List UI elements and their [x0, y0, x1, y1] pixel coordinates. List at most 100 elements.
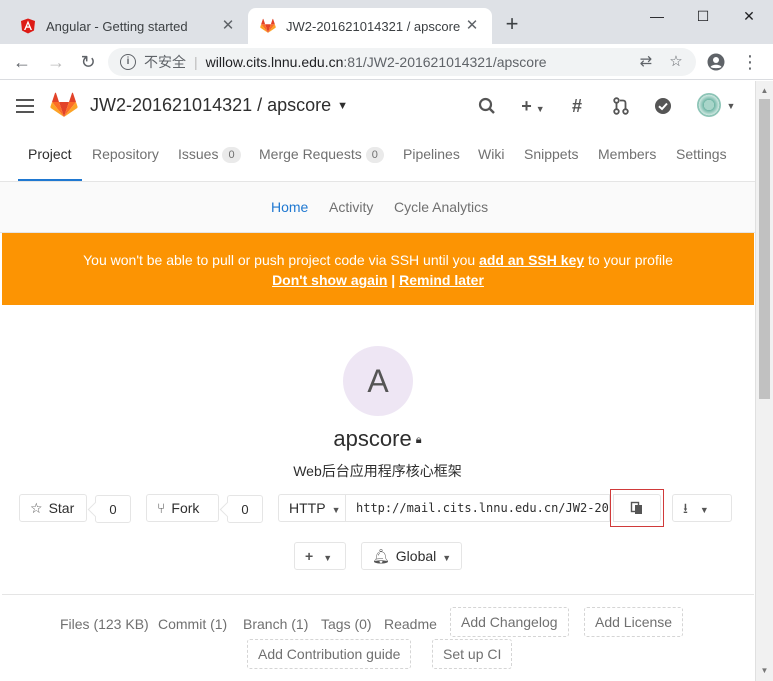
tab-project[interactable]: Project	[18, 131, 82, 181]
tab-title: Angular - Getting started	[46, 18, 188, 34]
commit-link[interactable]: Commit (1)	[158, 616, 227, 632]
caret-down-icon: ▼	[699, 505, 709, 515]
tab-label: Pipelines	[403, 146, 460, 162]
translate-icon[interactable]: ⇄	[636, 52, 656, 72]
page-scrollbar[interactable]: ▲ ▼	[755, 81, 773, 681]
tab-close-icon[interactable]: ✕	[464, 18, 480, 34]
tab-label: Members	[598, 146, 657, 162]
clipboard-icon	[630, 501, 642, 514]
add-contribution-guide-button[interactable]: Add Contribution guide	[247, 639, 412, 669]
clone-url-input[interactable]: http://mail.cits.lnnu.edu.cn/JW2-2016210…	[346, 494, 610, 522]
url-separator: |	[194, 54, 198, 70]
todo-check-icon[interactable]	[652, 94, 674, 118]
chevron-down-icon: ▼	[337, 99, 349, 112]
tags-link[interactable]: Tags (0)	[321, 616, 372, 632]
add-new-dropdown[interactable]: + ▼	[294, 542, 346, 570]
copy-url-button[interactable]	[613, 494, 661, 522]
merge-request-icon[interactable]	[610, 94, 632, 118]
tab-label: Snippets	[524, 146, 579, 162]
scroll-up-icon[interactable]: ▲	[756, 83, 773, 99]
account-icon[interactable]	[704, 50, 728, 74]
notification-level: Global	[395, 548, 437, 564]
subnav-home[interactable]: Home	[271, 182, 308, 232]
alert-text: to your profile	[584, 252, 673, 268]
star-button[interactable]: ☆ Star	[19, 494, 87, 522]
plus-icon: +	[305, 548, 314, 564]
forward-arrow-icon[interactable]: →	[44, 50, 68, 74]
fork-label: Fork	[171, 500, 200, 516]
tab-close-icon[interactable]: ✕	[220, 18, 236, 34]
scroll-thumb[interactable]	[759, 99, 770, 399]
tab-settings[interactable]: Settings	[676, 131, 727, 181]
merge-requests-count-badge: 0	[365, 147, 384, 163]
fork-button[interactable]: ⑂ Fork	[146, 494, 219, 522]
tab-wiki[interactable]: Wiki	[478, 131, 504, 181]
project-title-dropdown[interactable]: JW2-201621014321 / apscore ▼	[90, 95, 348, 116]
tab-merge-requests[interactable]: Merge Requests 0	[259, 131, 384, 181]
maximize-button[interactable]: ☐	[680, 4, 726, 28]
project-avatar: A	[343, 346, 413, 416]
info-icon[interactable]: i	[120, 54, 136, 70]
lock-icon: 🔒︎	[415, 434, 422, 446]
browser-tab-apscore[interactable]: JW2-201621014321 / apscore ✕	[248, 8, 492, 44]
subnav-activity[interactable]: Activity	[329, 182, 373, 232]
add-changelog-button[interactable]: Add Changelog	[450, 607, 569, 637]
hamburger-menu-icon[interactable]	[16, 99, 34, 113]
tab-issues[interactable]: Issues 0	[178, 131, 241, 181]
tab-members[interactable]: Members	[598, 131, 656, 181]
alert-actions: Don't show again | Remind later	[2, 270, 754, 290]
fork-icon: ⑂	[157, 500, 166, 516]
add-ssh-key-link[interactable]: add an SSH key	[479, 252, 584, 268]
browser-tab-bar: Angular - Getting started ✕ JW2-20162101…	[0, 0, 773, 44]
add-license-button[interactable]: Add License	[584, 607, 684, 637]
star-label: Star	[48, 500, 75, 516]
tab-repository[interactable]: Repository	[92, 131, 159, 181]
notification-dropdown[interactable]: 🔔︎ Global ▼	[361, 542, 462, 570]
star-count[interactable]: 0	[95, 495, 131, 523]
subnav-cycle-analytics[interactable]: Cycle Analytics	[394, 182, 488, 232]
project-title: JW2-201621014321 / apscore	[90, 95, 332, 115]
project-name-text: apscore	[333, 426, 412, 451]
remind-later-link[interactable]: Remind later	[399, 272, 484, 288]
bookmark-star-icon[interactable]: ☆	[666, 52, 686, 72]
project-name: apscore 🔒︎	[0, 426, 755, 452]
bell-icon: 🔔︎	[372, 548, 390, 564]
star-icon: ☆	[30, 500, 43, 516]
scroll-down-icon[interactable]: ▼	[756, 663, 773, 679]
readme-link[interactable]: Readme	[384, 616, 437, 632]
chevron-down-icon[interactable]: ▼	[724, 94, 738, 118]
tab-label: Project	[28, 146, 72, 162]
hash-icon[interactable]: #	[566, 94, 588, 118]
browser-toolbar: ← → ↻ i 不安全 | willow.cits.lnnu.edu.cn :8…	[0, 44, 773, 80]
caret-down-icon: ▼	[331, 505, 341, 515]
tab-snippets[interactable]: Snippets	[524, 131, 578, 181]
plus-dropdown-icon[interactable]: + ▼	[514, 94, 552, 118]
user-avatar[interactable]	[697, 93, 721, 117]
reload-icon[interactable]: ↻	[76, 50, 100, 74]
minimize-button[interactable]: —	[634, 4, 680, 28]
browser-tab-angular[interactable]: Angular - Getting started ✕	[8, 8, 248, 44]
fork-count[interactable]: 0	[227, 495, 263, 523]
clone-protocol-dropdown[interactable]: HTTP ▼	[278, 494, 346, 522]
download-dropdown[interactable]: ⭳ ▼	[672, 494, 732, 522]
files-link[interactable]: Files (123 KB)	[60, 616, 149, 632]
browser-menu-icon[interactable]: ⋮	[738, 50, 762, 74]
close-window-button[interactable]: ✕	[726, 4, 772, 28]
branch-link[interactable]: Branch (1)	[243, 616, 308, 632]
alert-actions-separator: |	[387, 272, 400, 288]
setup-ci-button[interactable]: Set up CI	[432, 639, 513, 669]
address-bar[interactable]: i 不安全 | willow.cits.lnnu.edu.cn :81/JW2-…	[108, 48, 696, 76]
url-path: :81/JW2-201621014321/apscore	[343, 54, 547, 70]
new-tab-button[interactable]: +	[500, 13, 524, 37]
search-icon[interactable]	[476, 94, 498, 118]
tab-pipelines[interactable]: Pipelines	[403, 131, 460, 181]
back-arrow-icon[interactable]: ←	[10, 50, 34, 74]
alert-text: You won't be able to pull or push projec…	[83, 252, 480, 268]
tab-label: Repository	[92, 146, 159, 162]
gitlab-logo-icon[interactable]	[50, 92, 78, 118]
ssh-key-alert: You won't be able to pull or push projec…	[2, 233, 754, 305]
tab-label: Settings	[676, 146, 727, 162]
section-divider	[2, 594, 754, 595]
caret-down-icon: ▼	[323, 553, 333, 563]
dont-show-again-link[interactable]: Don't show again	[272, 272, 387, 288]
